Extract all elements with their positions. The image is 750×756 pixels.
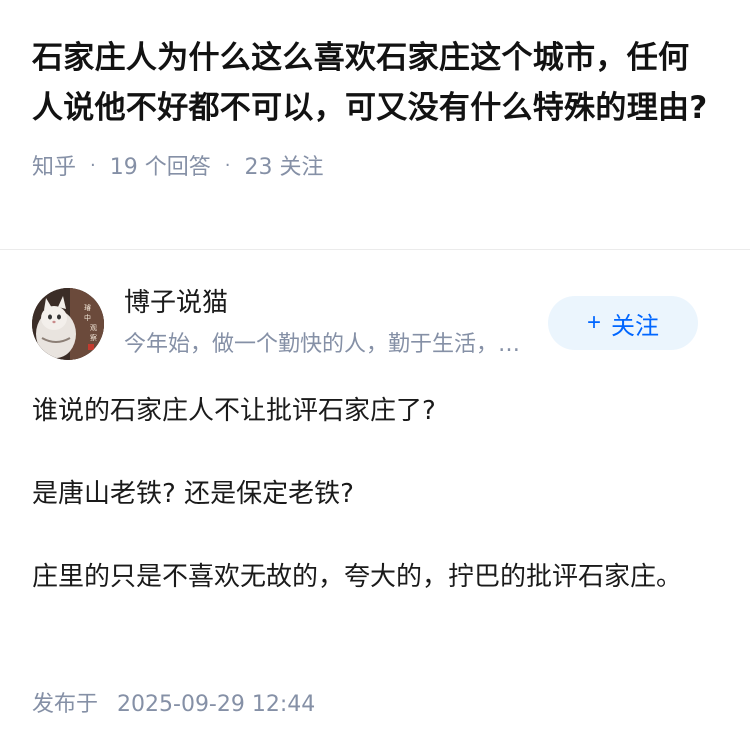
- svg-text:中: 中: [84, 313, 91, 322]
- svg-text:察: 察: [90, 333, 97, 342]
- cat-avatar-image: 璿 中 观 察: [32, 288, 104, 360]
- answer-content: 谁说的石家庄人不让批评石家庄了? 是唐山老铁? 还是保定老铁? 庄里的只是不喜欢…: [0, 388, 750, 600]
- question-title[interactable]: 石家庄人为什么这么喜欢石家庄这个城市，任何人说他不好都不可以，可又没有什么特殊的…: [0, 0, 750, 133]
- publish-label: 发布于: [32, 692, 99, 717]
- answer-count[interactable]: 19 个回答: [110, 149, 211, 181]
- author-bio: 今年始，做一个勤快的人，勤于生活，勤于写作: [124, 332, 534, 357]
- publish-time: 2025-09-29 12:44: [117, 692, 316, 717]
- answer-paragraph: 庄里的只是不喜欢无故的，夸大的，拧巴的批评石家庄。: [32, 562, 683, 592]
- plus-icon: +: [586, 309, 601, 336]
- follower-count: 23 关注: [244, 155, 324, 180]
- answer-card: 璿 中 观 察 博子说猫 今年始，做一个勤快的人，勤于生活，勤于写作 + 关注 …: [0, 250, 750, 600]
- publish-info: 发布于 2025-09-29 12:44: [32, 690, 315, 720]
- question-meta: 知乎 · 19 个回答 · 23 关注: [0, 133, 750, 187]
- author-name[interactable]: 博子说猫: [124, 286, 228, 320]
- meta-separator: ·: [90, 154, 96, 176]
- svg-text:观: 观: [90, 324, 97, 332]
- follow-button[interactable]: + 关注: [548, 296, 698, 350]
- answer-paragraph: 是唐山老铁? 还是保定老铁?: [32, 479, 354, 509]
- meta-separator: ·: [224, 154, 231, 176]
- follow-button-label: 关注: [611, 312, 659, 340]
- svg-text:璿: 璿: [84, 303, 91, 312]
- author-row: 璿 中 观 察 博子说猫 今年始，做一个勤快的人，勤于生活，勤于写作 + 关注: [0, 250, 750, 375]
- answer-paragraph: 谁说的石家庄人不让批评石家庄了?: [32, 396, 436, 426]
- avatar[interactable]: 璿 中 观 察: [32, 288, 104, 360]
- source-label[interactable]: 知乎: [32, 149, 76, 181]
- page: 石家庄人为什么这么喜欢石家庄这个城市，任何人说他不好都不可以，可又没有什么特殊的…: [0, 0, 750, 756]
